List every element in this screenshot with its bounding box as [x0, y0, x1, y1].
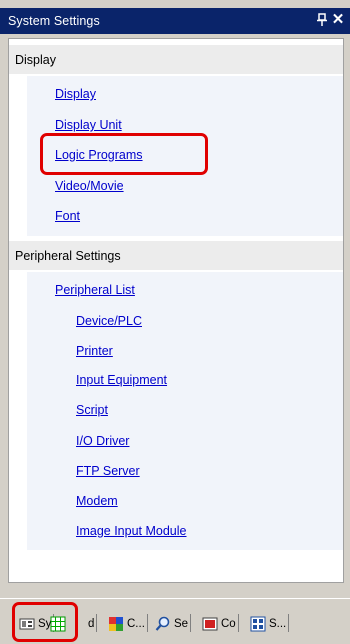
panel-titlebar: System Settings ✕ — [0, 8, 350, 34]
tab-system-settings[interactable]: Sy — [19, 613, 55, 635]
tab-separator — [146, 614, 148, 632]
link-image-input-module[interactable]: Image Input Module — [76, 524, 187, 538]
peripheral-section-header[interactable]: Peripheral Settings — [9, 241, 343, 270]
link-peripheral-list[interactable]: Peripheral List — [55, 283, 135, 297]
link-input-equipment[interactable]: Input Equipment — [76, 373, 167, 387]
tab-label: S... — [269, 618, 287, 630]
tab-grid[interactable] — [50, 613, 69, 635]
link-video-movie[interactable]: Video/Movie — [55, 179, 124, 193]
link-modem[interactable]: Modem — [76, 494, 118, 508]
peripheral-section-block: Peripheral List Device/PLC Printer Input… — [27, 272, 343, 550]
panel-tab-strip: Sy d C... Se Co S... — [0, 598, 350, 638]
link-ftp-server[interactable]: FTP Server — [76, 464, 140, 478]
tab-search[interactable]: Se — [155, 613, 192, 635]
system-settings-icon — [19, 616, 35, 632]
tab-common-settings[interactable]: Co — [202, 613, 239, 635]
tab-separator — [237, 614, 239, 632]
link-logic-programs[interactable]: Logic Programs — [55, 148, 143, 162]
tab-color-palette[interactable]: C... — [108, 613, 148, 635]
settings-tree: Display Display Display Unit Logic Progr… — [8, 38, 344, 583]
tab-separator — [288, 614, 290, 632]
pin-icon[interactable] — [316, 13, 328, 27]
tab-separator — [96, 614, 98, 632]
link-display[interactable]: Display — [55, 87, 96, 101]
link-io-driver[interactable]: I/O Driver — [76, 434, 129, 448]
tab-label: d — [88, 618, 95, 630]
link-printer[interactable]: Printer — [76, 344, 113, 358]
tab-label: C... — [127, 618, 145, 630]
tab-screen-list[interactable]: S... — [250, 613, 290, 635]
tab-d[interactable]: d — [88, 613, 98, 635]
display-section-block: Display Display Unit Logic Programs Vide… — [27, 76, 343, 236]
display-section-header[interactable]: Display — [9, 45, 343, 74]
screen-list-icon — [250, 616, 266, 632]
close-icon[interactable]: ✕ — [331, 12, 345, 28]
tab-label: Co — [221, 618, 236, 630]
display-section-label: Display — [15, 52, 56, 67]
common-settings-icon — [202, 616, 218, 632]
link-script[interactable]: Script — [76, 403, 108, 417]
color-palette-icon — [108, 616, 124, 632]
grid-icon — [50, 616, 66, 632]
link-display-unit[interactable]: Display Unit — [55, 118, 122, 132]
link-device-plc[interactable]: Device/PLC — [76, 314, 142, 328]
system-settings-panel: System Settings ✕ Display Display Displa… — [0, 0, 350, 644]
tab-label: Se — [174, 618, 189, 630]
peripheral-section-label: Peripheral Settings — [15, 248, 121, 263]
search-icon — [155, 616, 171, 632]
tab-separator — [190, 614, 192, 632]
panel-title: System Settings — [8, 14, 100, 28]
link-font[interactable]: Font — [55, 209, 80, 223]
